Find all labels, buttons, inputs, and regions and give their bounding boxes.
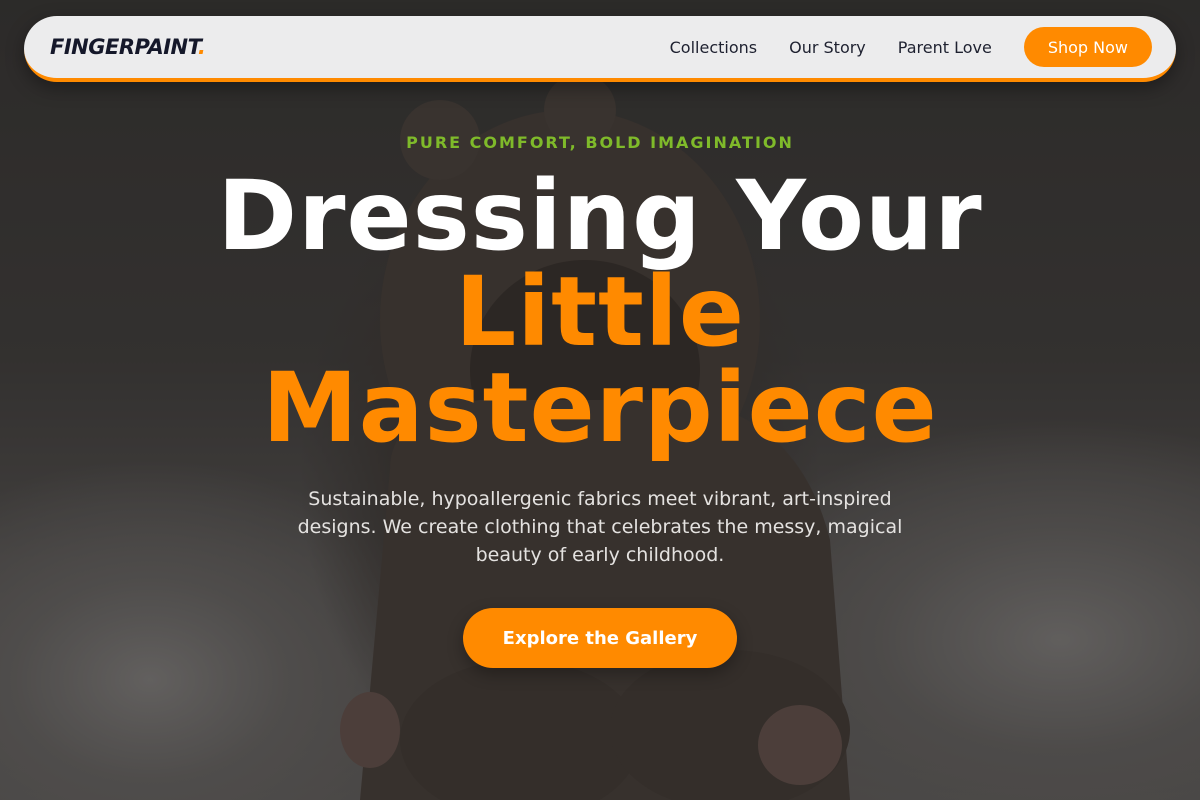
shop-now-button[interactable]: Shop Now <box>1023 27 1152 67</box>
hero-description: Sustainable, hypoallergenic fabrics meet… <box>297 488 903 566</box>
hero-section: FINGERPAINT. Collections Our Story Paren… <box>0 0 1200 800</box>
headline-line-1: Dressing Your <box>217 160 983 272</box>
explore-gallery-button[interactable]: Explore the Gallery <box>463 608 737 668</box>
headline-line-2: Little <box>455 256 745 368</box>
top-navigation-bar: FINGERPAINT. Collections Our Story Paren… <box>24 16 1176 82</box>
headline-line-3: Masterpiece <box>262 352 938 464</box>
nav-link-our-story[interactable]: Our Story <box>789 38 866 57</box>
nav-link-collections[interactable]: Collections <box>670 38 757 57</box>
hero-headline: Dressing Your Little Masterpiece <box>0 168 1200 456</box>
nav-links: Collections Our Story Parent Love Shop N… <box>670 27 1152 67</box>
logo-text: FINGERPAINT <box>50 35 198 59</box>
logo-dot: . <box>197 35 206 59</box>
brand-logo[interactable]: FINGERPAINT. <box>50 35 206 59</box>
hero-eyebrow: PURE COMFORT, BOLD IMAGINATION <box>406 133 794 152</box>
nav-link-parent-love[interactable]: Parent Love <box>898 38 992 57</box>
